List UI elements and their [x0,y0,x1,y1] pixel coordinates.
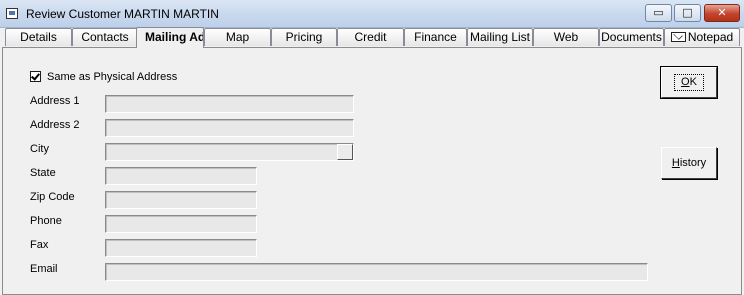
close-button[interactable]: ✕ [704,4,740,22]
state-field[interactable] [105,167,257,185]
email-label: Email [30,263,58,275]
tab-notepad-label: Notepad [687,30,734,44]
phone-label: Phone [30,215,62,227]
history-button[interactable]: History [661,147,717,179]
tab-finance[interactable]: Finance [404,28,467,46]
history-mnemonic: H [671,157,680,169]
same-as-physical-label[interactable]: Same as Physical Address [47,71,177,83]
phone-field[interactable] [105,215,257,233]
address1-label: Address 1 [30,95,80,107]
tab-notepad[interactable]: Notepad [664,28,740,46]
tab-details[interactable]: Details [5,28,72,46]
ok-button-label: OK [674,74,704,91]
tab-mailing-list[interactable]: Mailing List [467,28,533,46]
city-field[interactable] [105,143,354,161]
ok-button[interactable]: OK [660,66,718,99]
tab-mailing-address[interactable]: Mailing Address [136,27,204,48]
tab-credit[interactable]: Credit [337,28,404,46]
zip-code-label: Zip Code [30,191,75,203]
minimize-button[interactable]: ▭ [645,4,672,22]
ok-label-rest: K [689,76,697,88]
tab-pricing[interactable]: Pricing [271,28,337,46]
fax-label: Fax [30,239,49,251]
address1-field[interactable] [105,95,354,113]
tab-mailing-address-label: Mailing Address [145,30,203,44]
same-as-physical-checkbox[interactable] [30,71,41,82]
zip-code-field[interactable] [105,191,257,209]
window-title: Review Customer MARTIN MARTIN [26,7,219,21]
maximize-button[interactable]: □ [674,4,701,22]
address2-field[interactable] [105,119,354,137]
tab-strip: Details Contacts Mailing Address Map Pri… [0,27,744,48]
state-label: State [30,167,56,179]
tab-web[interactable]: Web [533,28,599,46]
title-bar: Review Customer MARTIN MARTIN ▭ □ ✕ [0,0,744,28]
app-icon[interactable] [6,8,18,19]
tab-contacts[interactable]: Contacts [72,28,138,46]
history-label-rest: istory [679,157,707,169]
city-label: City [30,143,49,155]
address2-label: Address 2 [30,119,80,131]
email-field[interactable] [105,263,648,281]
tab-map[interactable]: Map [204,28,271,46]
envelope-icon [670,32,686,42]
fax-field[interactable] [105,239,257,257]
tab-documents[interactable]: Documents [599,28,664,46]
ok-mnemonic: O [681,76,690,88]
city-lookup-button[interactable] [337,144,353,160]
